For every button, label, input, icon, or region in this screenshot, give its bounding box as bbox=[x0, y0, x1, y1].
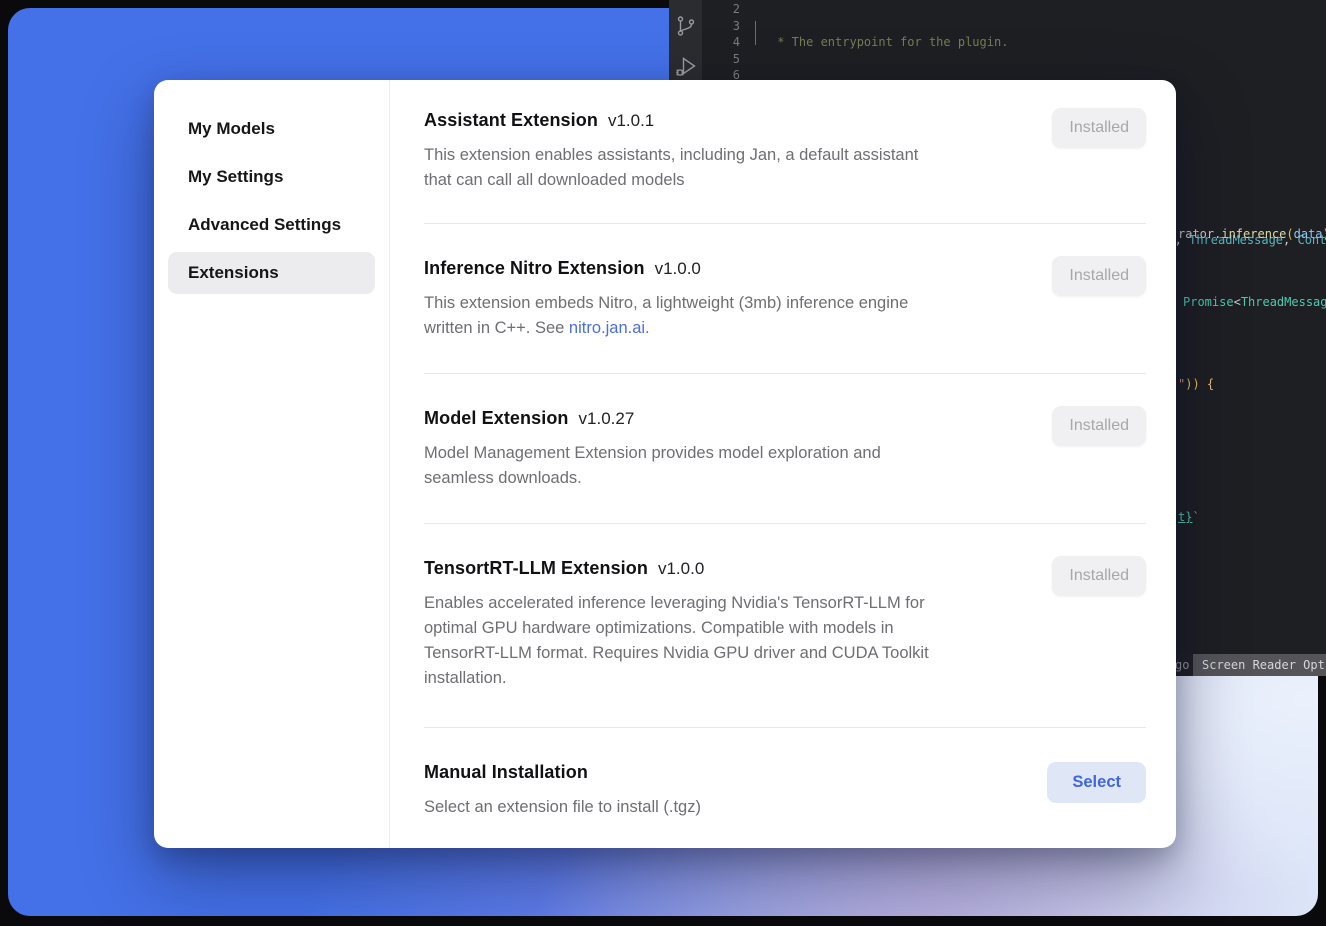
extension-row-model: Model Extension v1.0.27 Model Management… bbox=[424, 374, 1146, 524]
installed-button[interactable]: Installed bbox=[1052, 108, 1146, 148]
extension-name: Manual Installation bbox=[424, 762, 588, 783]
sidebar-item-label: Extensions bbox=[188, 263, 279, 282]
extension-header: Manual Installation bbox=[424, 762, 1146, 783]
code-token: { bbox=[1200, 377, 1214, 391]
screenshot-root: 2 3 4 5 6 * The entrypoint for the plugi… bbox=[0, 0, 1326, 926]
code-token: < bbox=[1234, 295, 1241, 309]
line-number: 2 bbox=[702, 1, 740, 18]
status-text: go bbox=[1175, 654, 1189, 676]
extension-version: v1.0.1 bbox=[608, 111, 654, 131]
code-token: * The entrypoint for the plugin. bbox=[770, 35, 1008, 49]
extension-row-inference-nitro: Inference Nitro Extension v1.0.0 This ex… bbox=[424, 224, 1146, 374]
sidebar-item-my-models[interactable]: My Models bbox=[168, 108, 375, 150]
extension-description: Enables accelerated inference leveraging… bbox=[424, 591, 1016, 691]
nitro-jan-ai-link[interactable]: nitro.jan.ai. bbox=[569, 319, 650, 337]
extension-row-manual-installation: Manual Installation Select an extension … bbox=[424, 728, 1146, 820]
extension-row-assistant: Assistant Extension v1.0.1 This extensio… bbox=[424, 80, 1146, 224]
code-token: data bbox=[1294, 227, 1323, 241]
extension-header: TensortRT-LLM Extension v1.0.0 bbox=[424, 558, 1146, 579]
code-token: ` bbox=[1192, 510, 1199, 524]
code-token: rator bbox=[1178, 227, 1214, 241]
installed-button[interactable]: Installed bbox=[1052, 406, 1146, 446]
extension-name: Inference Nitro Extension bbox=[424, 258, 645, 279]
extension-name: TensortRT-LLM Extension bbox=[424, 558, 648, 579]
line-number-gutter: 2 3 4 5 6 bbox=[702, 1, 740, 84]
extension-row-tensorrt-llm: TensortRT-LLM Extension v1.0.0 Enables a… bbox=[424, 524, 1146, 728]
line-number: 4 bbox=[702, 34, 740, 51]
extension-description: This extension embeds Nitro, a lightweig… bbox=[424, 291, 1016, 341]
extension-header: Model Extension v1.0.27 bbox=[424, 408, 1146, 429]
installed-button[interactable]: Installed bbox=[1052, 256, 1146, 296]
extension-version: v1.0.0 bbox=[658, 559, 704, 579]
code-token: inference bbox=[1221, 227, 1286, 241]
sidebar-item-label: My Settings bbox=[188, 167, 283, 186]
description-text: This extension embeds Nitro, a lightweig… bbox=[424, 294, 908, 337]
line-number: 3 bbox=[702, 18, 740, 35]
extension-header: Assistant Extension v1.0.1 bbox=[424, 110, 1146, 131]
extension-version: v1.0.27 bbox=[579, 409, 635, 429]
extension-description: Select an extension file to install (.tg… bbox=[424, 795, 1016, 820]
settings-sidebar: My Models My Settings Advanced Settings … bbox=[154, 80, 390, 848]
sidebar-item-label: Advanced Settings bbox=[188, 215, 341, 234]
code-token: ThreadMessage bbox=[1241, 295, 1326, 309]
installed-button[interactable]: Installed bbox=[1052, 556, 1146, 596]
code-token: Promise bbox=[1183, 295, 1234, 309]
sidebar-item-advanced-settings[interactable]: Advanced Settings bbox=[168, 204, 375, 246]
code-fragment: ")) { bbox=[1178, 377, 1214, 391]
select-button[interactable]: Select bbox=[1047, 762, 1146, 803]
code-fragment: Promise<ThreadMessage> bbox=[1183, 295, 1326, 309]
run-and-debug-icon[interactable] bbox=[674, 54, 698, 78]
sidebar-item-label: My Models bbox=[188, 119, 275, 138]
code-token: )) bbox=[1185, 377, 1199, 391]
extension-version: v1.0.0 bbox=[655, 259, 701, 279]
code-token: t} bbox=[1178, 510, 1192, 524]
extension-header: Inference Nitro Extension v1.0.0 bbox=[424, 258, 1146, 279]
code-token: )) bbox=[1323, 227, 1326, 241]
extension-name: Model Extension bbox=[424, 408, 569, 429]
code-token: ( bbox=[1286, 227, 1293, 241]
settings-panel: My Models My Settings Advanced Settings … bbox=[154, 80, 1176, 848]
extension-description: Model Management Extension provides mode… bbox=[424, 441, 1016, 491]
cursor-caret bbox=[755, 21, 756, 45]
line-number: 5 bbox=[702, 51, 740, 68]
sidebar-item-my-settings[interactable]: My Settings bbox=[168, 156, 375, 198]
code-fragment: t}` bbox=[1178, 510, 1200, 524]
sidebar-item-extensions[interactable]: Extensions bbox=[168, 252, 375, 294]
status-screen-reader-item[interactable]: Screen Reader Optimiz bbox=[1193, 654, 1326, 676]
code-fragment: rator.inference(data)); bbox=[1178, 227, 1326, 241]
extension-description: This extension enables assistants, inclu… bbox=[424, 143, 1016, 193]
extension-name: Assistant Extension bbox=[424, 110, 598, 131]
extensions-list: Assistant Extension v1.0.1 This extensio… bbox=[390, 80, 1176, 848]
source-control-icon[interactable] bbox=[674, 14, 698, 38]
code-line: * The entrypoint for the plugin. bbox=[770, 34, 1326, 51]
